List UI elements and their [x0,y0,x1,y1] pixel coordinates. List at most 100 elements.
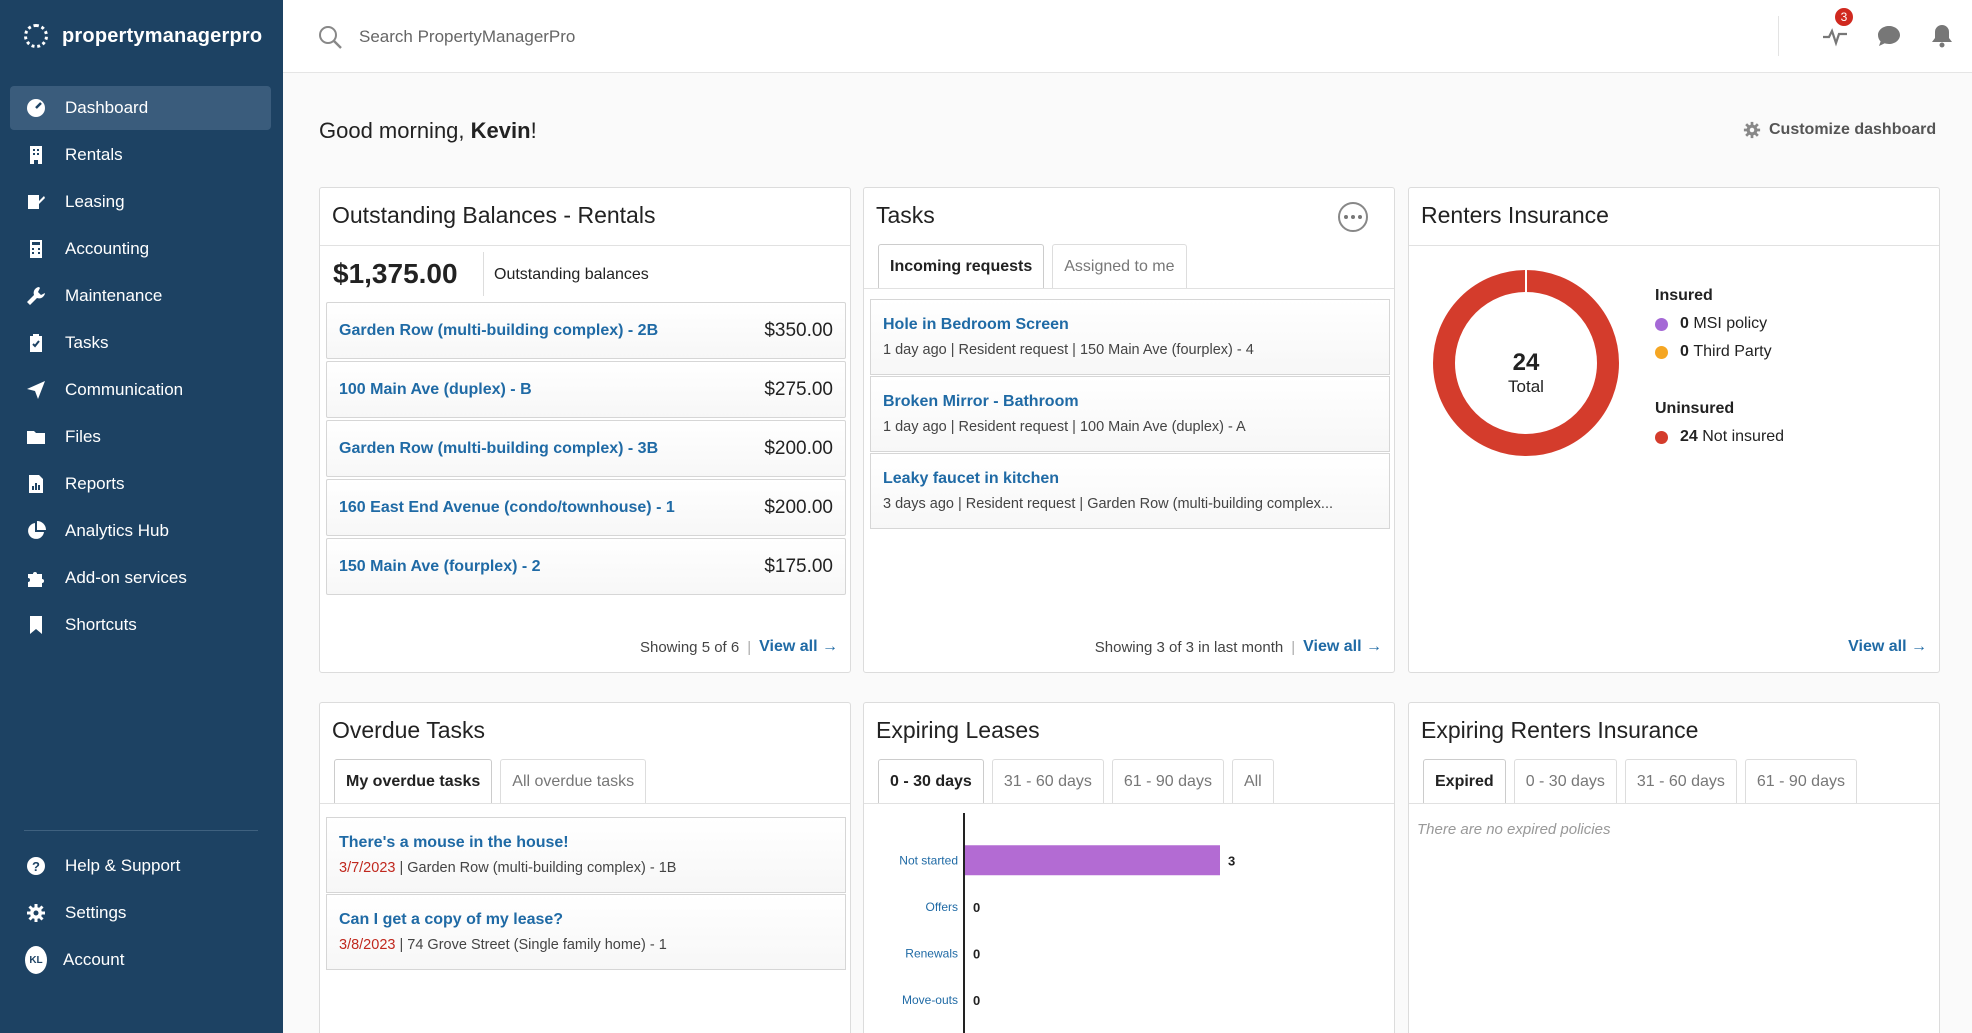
third-party-label: Third Party [1693,343,1772,360]
list-item[interactable]: There's a mouse in the house! 3/7/2023 |… [326,817,846,893]
overdue-task-meta: 3/7/2023 | Garden Row (multi-building co… [339,860,833,876]
sidebar-item-leasing[interactable]: Leasing [10,180,271,224]
table-row[interactable]: 160 East End Avenue (condo/townhouse) - … [326,479,846,536]
arrow-right-icon: → [1366,638,1382,655]
chart-bar[interactable] [965,845,1220,876]
view-all-label: View all [759,638,818,655]
gear-icon [1743,121,1761,139]
legend-item: 0 Third Party [1655,343,1772,361]
activity-button[interactable]: 3 [1819,6,1855,52]
balance-property-link[interactable]: Garden Row (multi-building complex) - 3B [339,440,658,458]
sidebar-item-account[interactable]: KL Account [10,938,271,982]
footer-separator: | [1291,638,1296,656]
task-title-link[interactable]: Hole in Bedroom Screen [883,316,1377,334]
empty-state-message: There are no expired policies [1417,821,1611,838]
search-input[interactable] [359,22,959,52]
arrow-right-icon: → [1911,638,1927,655]
tab-0-30-days[interactable]: 0 - 30 days [878,759,984,803]
tab-0-30-days[interactable]: 0 - 30 days [1513,759,1617,803]
sidebar-item-dashboard[interactable]: Dashboard [10,86,271,130]
tasks-tabs: Incoming requests Assigned to me [878,244,1187,288]
sidebar-item-help-support[interactable]: ? Help & Support [10,844,271,888]
table-row[interactable]: Garden Row (multi-building complex) - 2B… [326,302,846,359]
tab-my-overdue-tasks[interactable]: My overdue tasks [334,759,493,803]
tab-61-90-days[interactable]: 61 - 90 days [1111,759,1224,803]
balance-separator [483,252,484,296]
gear-icon [25,902,47,924]
list-item[interactable]: Can I get a copy of my lease? 3/8/2023 |… [326,894,846,970]
tab-31-60-days[interactable]: 31 - 60 days [991,759,1104,803]
card-footer: View all → [1848,638,1927,656]
third-party-count: 0 [1680,343,1689,360]
task-meta: 1 day ago | Resident request | 150 Main … [883,342,1254,358]
list-item[interactable]: Leaky faucet in kitchen 3 days ago | Res… [870,453,1390,529]
sidebar-item-files[interactable]: Files [10,415,271,459]
view-all-link[interactable]: View all → [759,638,838,656]
help-icon: ? [25,855,47,877]
overdue-task-list: There's a mouse in the house! 3/7/2023 |… [326,817,846,971]
sidebar-item-analytics-hub[interactable]: Analytics Hub [10,509,271,553]
sidebar-item-settings[interactable]: Settings [10,891,271,935]
tab-61-90-days[interactable]: 61 - 90 days [1744,759,1857,803]
list-item[interactable]: Broken Mirror - Bathroom 1 day ago | Res… [870,376,1390,452]
sidebar-item-label: Tasks [65,333,109,352]
arrow-right-icon: → [822,638,838,655]
balance-property-link[interactable]: Garden Row (multi-building complex) - 2B [339,322,658,340]
balance-property-link[interactable]: 160 East End Avenue (condo/townhouse) - … [339,499,675,517]
sidebar-item-tasks[interactable]: Tasks [10,321,271,365]
tab-expired[interactable]: Expired [1423,759,1506,803]
notification-badge: 3 [1833,6,1855,28]
legend-dot-third-party [1655,345,1668,359]
notifications-button[interactable] [1926,20,1958,52]
search-icon[interactable] [317,24,343,50]
sidebar-item-label: Accounting [65,239,150,258]
sidebar-item-accounting[interactable]: Accounting [10,227,271,271]
overdue-date: 3/8/2023 [339,937,396,953]
task-list: Hole in Bedroom Screen 1 day ago | Resid… [870,299,1390,530]
bell-icon [1932,25,1952,48]
tab-incoming-requests[interactable]: Incoming requests [878,244,1045,288]
expiring-leases-card: Expiring Leases 0 - 30 days 31 - 60 days… [863,702,1395,1033]
balance-amount: $275.00 [764,378,833,400]
table-row[interactable]: 100 Main Ave (duplex) - B $275.00 [326,361,846,418]
dot-icon [1344,215,1348,219]
task-title-link[interactable]: Leaky faucet in kitchen [883,470,1377,488]
showing-count: Showing 3 of 3 in last month [1094,638,1284,656]
sidebar-item-shortcuts[interactable]: Shortcuts [10,603,271,647]
view-all-link[interactable]: View all → [1303,638,1382,656]
balance-amount: $350.00 [764,319,833,341]
tab-31-60-days[interactable]: 31 - 60 days [1624,759,1737,803]
dot-icon [1351,215,1355,219]
overdue-task-title-link[interactable]: There's a mouse in the house! [339,834,833,852]
balance-property-link[interactable]: 150 Main Ave (fourplex) - 2 [339,558,541,576]
insured-legend: Insured 0 MSI policy 0 Third Party [1655,287,1772,361]
table-row[interactable]: Garden Row (multi-building complex) - 3B… [326,420,846,477]
leases-tabs: 0 - 30 days 31 - 60 days 61 - 90 days Al… [878,759,1274,803]
view-all-link[interactable]: View all → [1848,638,1927,656]
task-meta: 1 day ago | Resident request | 100 Main … [883,419,1246,435]
more-options-button[interactable] [1338,202,1368,232]
sidebar-item-label: Analytics Hub [65,521,169,540]
messages-button[interactable] [1873,20,1905,52]
sidebar-item-add-on-services[interactable]: Add-on services [10,556,271,600]
brand[interactable]: propertymanagerpro [24,24,262,48]
task-title-link[interactable]: Broken Mirror - Bathroom [883,393,1377,411]
overdue-task-title-link[interactable]: Can I get a copy of my lease? [339,911,833,929]
customize-dashboard-button[interactable]: Customize dashboard [1743,121,1936,139]
overdue-tasks-card: Overdue Tasks My overdue tasks All overd… [319,702,851,1033]
sidebar-item-communication[interactable]: Communication [10,368,271,412]
chart-value-label: 0 [973,900,980,915]
table-row[interactable]: 150 Main Ave (fourplex) - 2 $175.00 [326,538,846,595]
overdue-task-location: | 74 Grove Street (Single family home) -… [395,937,667,953]
sidebar-item-reports[interactable]: Reports [10,462,271,506]
legend-text: 24 Not insured [1680,428,1784,446]
tab-assigned-to-me[interactable]: Assigned to me [1052,244,1187,288]
balance-property-link[interactable]: 100 Main Ave (duplex) - B [339,381,532,399]
tab-all[interactable]: All [1231,759,1274,803]
sidebar-item-rentals[interactable]: Rentals [10,133,271,177]
sidebar-item-maintenance[interactable]: Maintenance [10,274,271,318]
sidebar: propertymanagerpro Dashboard Rentals Lea… [0,0,283,1033]
balance-total: $1,375.00 [333,258,458,289]
tab-all-overdue-tasks[interactable]: All overdue tasks [500,759,647,803]
list-item[interactable]: Hole in Bedroom Screen 1 day ago | Resid… [870,299,1390,375]
